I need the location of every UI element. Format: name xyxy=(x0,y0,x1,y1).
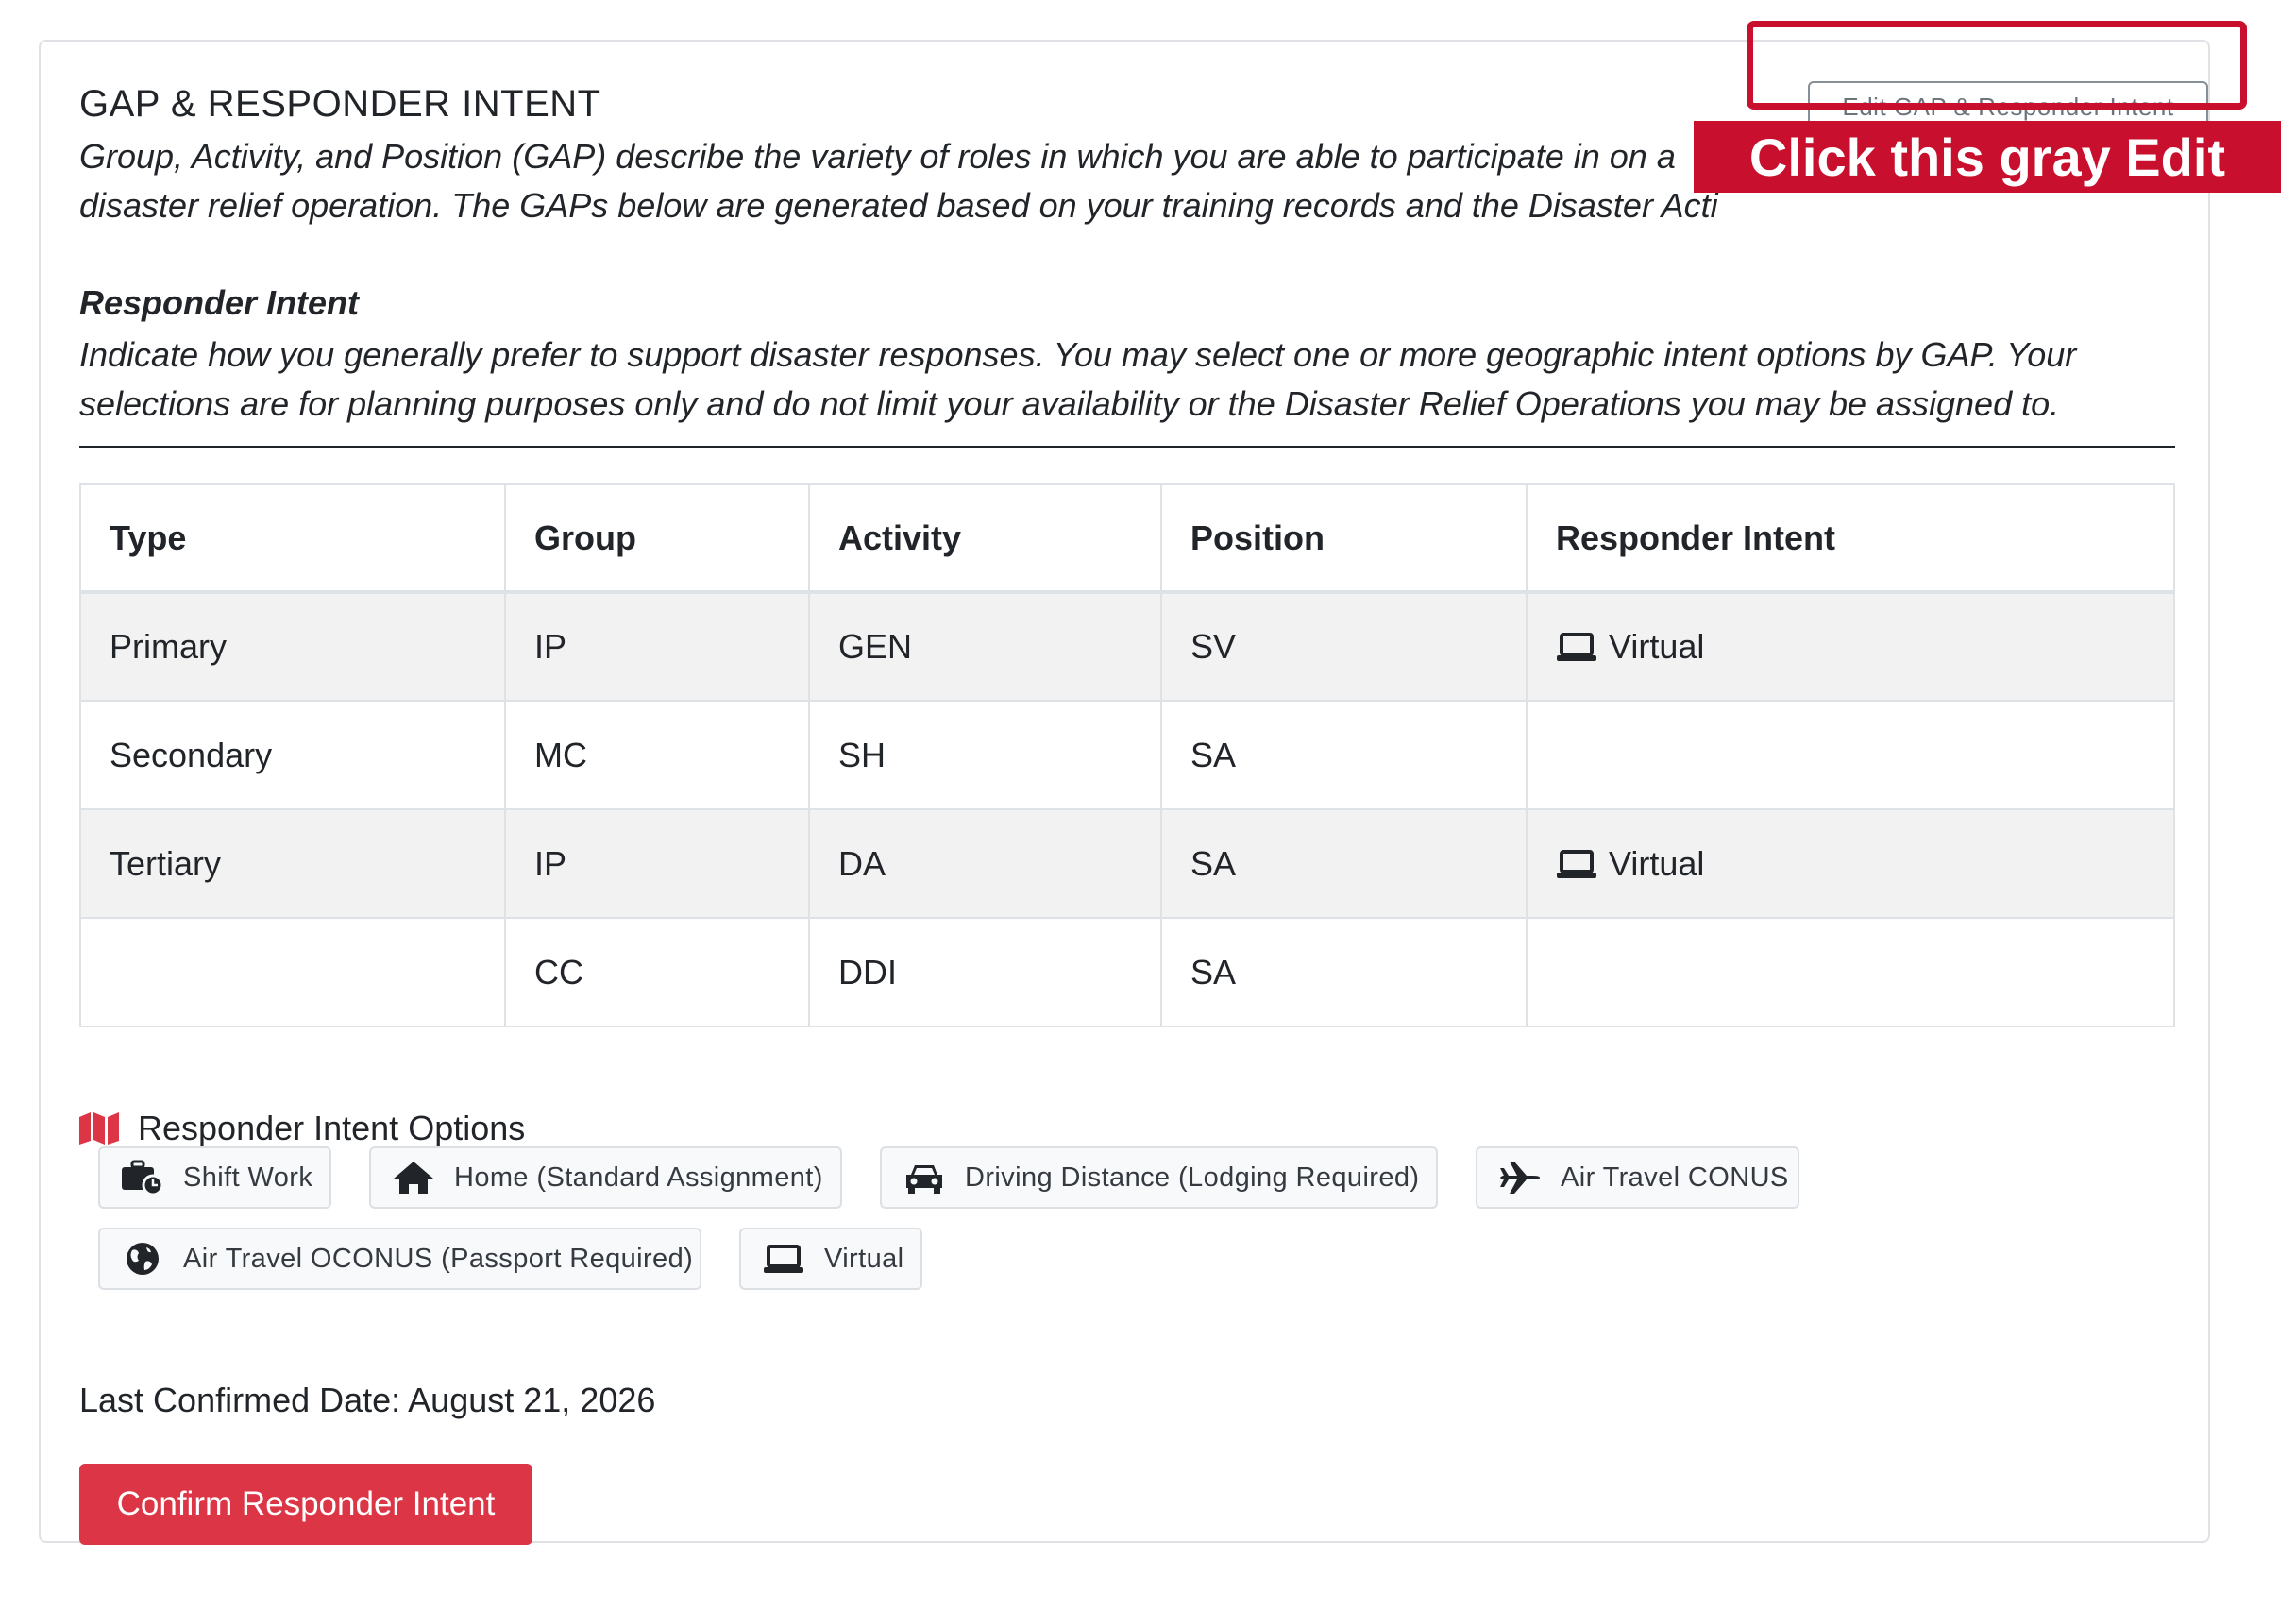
option-air-travel-oconus: Air Travel OCONUS (Passport Required) xyxy=(98,1228,701,1290)
cell-intent: Virtual xyxy=(1526,591,2175,702)
cell-position: SA xyxy=(1160,808,1528,919)
cell-intent xyxy=(1526,917,2175,1027)
responder-intent-heading: Responder Intent xyxy=(79,283,360,322)
header-activity: Activity xyxy=(808,483,1162,593)
responder-intent-options-heading: Responder Intent Options xyxy=(79,1109,525,1148)
header-type: Type xyxy=(79,483,506,593)
header-group: Group xyxy=(504,483,810,593)
table-row: CC DDI SA xyxy=(79,917,2175,1027)
table-row: Primary IP GEN SV Virtual xyxy=(79,591,2175,702)
option-driving-distance: Driving Distance (Lodging Required) xyxy=(880,1146,1438,1209)
option-shift-work: Shift Work xyxy=(98,1146,331,1209)
cell-group: CC xyxy=(504,917,810,1027)
cell-position: SA xyxy=(1160,700,1528,810)
table-row: Tertiary IP DA SA Virtual xyxy=(79,808,2175,919)
confirm-responder-intent-button[interactable]: Confirm Responder Intent xyxy=(79,1464,532,1545)
option-air-travel-conus: Air Travel CONUS xyxy=(1476,1146,1799,1209)
laptop-icon xyxy=(1557,849,1596,878)
cell-group: IP xyxy=(504,591,810,702)
gap-responder-intent-card: GAP & RESPONDER INTENT Group, Activity, … xyxy=(39,40,2210,1545)
plane-icon xyxy=(1500,1162,1540,1194)
intent-label: Virtual xyxy=(1609,627,1705,666)
option-label: Driving Distance (Lodging Required) xyxy=(965,1162,1420,1193)
cell-activity: DA xyxy=(808,808,1162,919)
cell-type: Primary xyxy=(79,591,506,702)
cell-position: SA xyxy=(1160,917,1528,1027)
gap-table: Type Group Activity Position Responder I… xyxy=(79,483,2175,1027)
card-title: GAP & RESPONDER INTENT xyxy=(79,83,601,125)
laptop-icon xyxy=(1557,633,1596,661)
gap-description: Group, Activity, and Position (GAP) desc… xyxy=(79,137,1718,225)
annotation-highlight-box xyxy=(1747,21,2247,110)
cell-intent xyxy=(1526,700,2175,810)
cell-type xyxy=(79,917,506,1027)
briefcase-clock-icon xyxy=(122,1160,164,1196)
option-label: Air Travel OCONUS (Passport Required) xyxy=(183,1243,694,1274)
annotation-callout: Click this gray Edit xyxy=(1694,121,2281,193)
last-confirmed-date: Last Confirmed Date: August 21, 2026 xyxy=(79,1381,656,1419)
map-icon xyxy=(79,1112,119,1145)
header-position: Position xyxy=(1160,483,1528,593)
option-label: Air Travel CONUS xyxy=(1561,1162,1789,1193)
option-virtual: Virtual xyxy=(739,1228,922,1290)
cell-intent: Virtual xyxy=(1526,808,2175,919)
table-row: Secondary MC SH SA xyxy=(79,700,2175,810)
cell-activity: SH xyxy=(808,700,1162,810)
responder-intent-description: Indicate how you generally prefer to sup… xyxy=(79,335,2077,423)
intent-label: Virtual xyxy=(1609,843,1705,883)
cell-position: SV xyxy=(1160,591,1528,702)
option-label: Shift Work xyxy=(183,1162,313,1193)
option-label: Virtual xyxy=(824,1243,904,1274)
cell-activity: GEN xyxy=(808,591,1162,702)
globe-icon xyxy=(127,1243,159,1275)
cell-type: Tertiary xyxy=(79,808,506,919)
header-responder-intent: Responder Intent xyxy=(1526,483,2175,593)
cell-activity: DDI xyxy=(808,917,1162,1027)
car-icon xyxy=(906,1165,942,1194)
cell-group: IP xyxy=(504,808,810,919)
home-icon xyxy=(394,1162,433,1194)
option-label: Home (Standard Assignment) xyxy=(454,1162,823,1193)
option-home: Home (Standard Assignment) xyxy=(369,1146,842,1209)
table-header-row: Type Group Activity Position Responder I… xyxy=(79,483,2175,593)
cell-group: MC xyxy=(504,700,810,810)
section-divider xyxy=(79,446,2175,448)
laptop-icon xyxy=(764,1245,803,1273)
options-heading-label: Responder Intent Options xyxy=(138,1109,526,1147)
cell-type: Secondary xyxy=(79,700,506,810)
